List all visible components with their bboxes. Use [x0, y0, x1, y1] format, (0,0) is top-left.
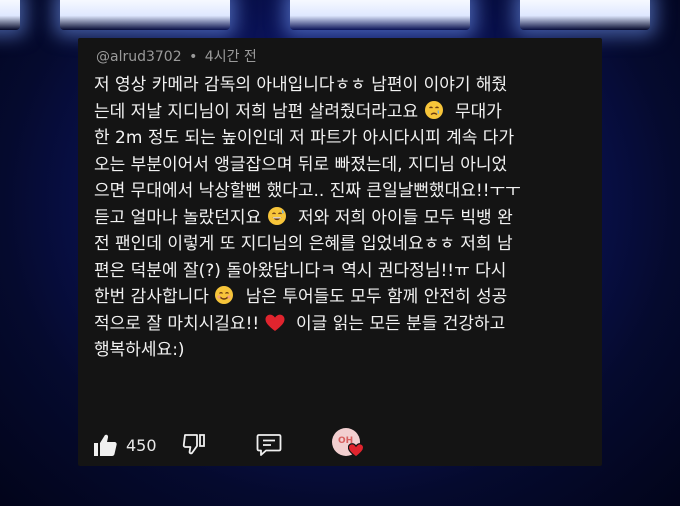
creator-heart-badge: OH	[332, 428, 372, 462]
dislike-button[interactable]	[182, 432, 206, 460]
stage-light	[290, 0, 470, 30]
stage-light	[60, 0, 230, 30]
comment-text: 저와 저희 아이들 모두 빅뱅 완	[298, 207, 513, 228]
comment-actions: 450 OH	[92, 428, 592, 462]
timestamp[interactable]: 4시간 전	[205, 49, 257, 65]
red-heart-icon	[347, 443, 365, 462]
meta-separator: •	[189, 49, 198, 65]
smiling-face-icon	[214, 285, 234, 314]
comment-line: 한 2m 정도 되는 높이인데 저 파트가 아시다시피 계속 다가	[94, 128, 515, 148]
thumbs-up-icon	[92, 433, 118, 461]
comment-body: 저 영상 카메라 감독의 아내입니다ㅎㅎ 남편이 이야기 해줬 는데 저날 지디…	[94, 72, 594, 364]
comment-text: 듣고 얼마나 놀랐던지요	[94, 207, 262, 228]
crying-face-icon	[424, 100, 444, 129]
comment-line: 저 영상 카메라 감독의 아내입니다ㅎㅎ 남편이 이야기 해줬	[94, 75, 508, 95]
comment-text: 남은 투어들도 모두 함께 안전히 성공	[245, 287, 508, 307]
stage-light	[520, 0, 650, 30]
comment-line: 행복하세요:)	[94, 340, 185, 360]
red-heart-icon	[265, 314, 285, 341]
username[interactable]: @alrud3702	[96, 49, 182, 65]
comment-line: 으면 무대에서 낙상할뻔 했다고.. 진짜 큰일날뻔했대요!!ㅜㅜ	[94, 181, 521, 201]
like-button[interactable]: 450	[92, 430, 162, 462]
comment-line: 는데 저날 지디님이 저희 남편 살려줬더라고요 무대가	[94, 99, 594, 126]
comment-bubble-icon	[256, 434, 282, 461]
reply-button[interactable]	[256, 433, 282, 461]
comment-line: 오는 부분이어서 앵글잡으며 뒤로 빠졌는데, 지디님 아니었	[94, 154, 508, 175]
comment-header: @alrud3702 • 4시간 전	[96, 46, 257, 66]
comment-card: @alrud3702 • 4시간 전 저 영상 카메라 감독의 아내입니다ㅎㅎ …	[78, 38, 602, 466]
stage-light	[0, 0, 20, 30]
comment-text: 적으로 잘 마치시길요!!	[94, 313, 260, 334]
comment-line: 듣고 얼마나 놀랐던지요 저와 저희 아이들 모두 빅뱅 완	[94, 205, 594, 232]
comment-text: 는데 저날 지디님이 저희 남편 살려줬더라고요	[94, 101, 419, 122]
like-count: 450	[126, 436, 157, 455]
comment-text: 한번 감사합니다	[94, 287, 209, 307]
comment-line: 적으로 잘 마치시길요!! 이글 읽는 모든 분들 건강하고	[94, 311, 594, 338]
comment-line: 편은 덕분에 잘(?) 돌아왔답니다ㅋ 역시 권다정님!!ㅠ 다시	[94, 260, 507, 281]
comment-text: 무대가	[455, 101, 502, 122]
sweat-smile-icon	[267, 206, 287, 235]
comment-text: 이글 읽는 모든 분들 건강하고	[296, 313, 506, 334]
comment-line: 한번 감사합니다 남은 투어들도 모두 함께 안전히 성공	[94, 284, 594, 311]
comment-line: 전 팬인데 이렇게 또 지디님의 은혜를 입었네요ㅎㅎ 저희 남	[94, 234, 513, 254]
thumbs-down-icon	[182, 434, 206, 460]
